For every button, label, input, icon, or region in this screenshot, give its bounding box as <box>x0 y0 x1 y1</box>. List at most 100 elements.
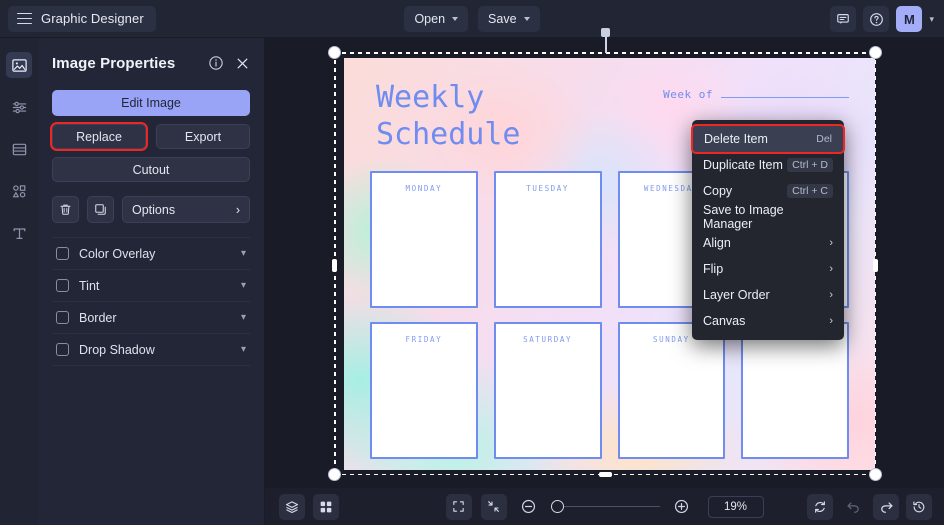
image-properties-panel: Image Properties Edit Image Replace Expo… <box>38 38 265 525</box>
redo-icon <box>880 502 893 513</box>
context-menu-item-duplicate-item[interactable]: Duplicate Item Ctrl + D <box>692 152 844 178</box>
effect-label: Border <box>79 310 117 325</box>
context-item-label: Copy <box>703 184 733 198</box>
effect-row-drop-shadow[interactable]: Drop Shadow ▾ <box>52 334 250 366</box>
chevron-right-icon: › <box>235 202 240 217</box>
shrink-arrows-icon <box>488 501 499 512</box>
chevron-right-icon: › <box>829 237 833 249</box>
page-title: Image Properties <box>52 54 176 72</box>
drop-shadow-checkbox[interactable] <box>56 343 69 356</box>
app-menu-button[interactable]: Graphic Designer <box>8 5 156 32</box>
panel-header-actions <box>208 55 250 71</box>
week-of-label: Week of <box>663 88 713 101</box>
border-checkbox[interactable] <box>56 311 69 324</box>
top-right-actions: M ▾ <box>830 0 936 38</box>
effect-label: Color Overlay <box>79 246 156 261</box>
context-menu-item-flip[interactable]: Flip › <box>692 256 844 282</box>
sidebar-item-text[interactable] <box>6 220 32 246</box>
chevron-down-icon[interactable]: ▾ <box>241 344 246 355</box>
day-card[interactable]: SATURDAY <box>493 322 602 459</box>
reset-button[interactable] <box>807 493 833 520</box>
chevron-down-icon <box>452 17 459 21</box>
replace-button[interactable]: Replace <box>50 122 148 151</box>
trash-icon <box>60 204 71 215</box>
day-card[interactable] <box>741 322 849 459</box>
zoom-in-button[interactable] <box>669 494 695 520</box>
day-card[interactable]: TUESDAY <box>493 171 602 308</box>
week-of-field: Week of <box>663 88 849 101</box>
context-item-label: Align <box>703 236 731 250</box>
shrink-to-fit-button[interactable] <box>480 493 507 520</box>
context-item-label: Flip <box>703 262 724 276</box>
hamburger-icon <box>17 12 32 25</box>
week-of-blank-line <box>721 97 849 98</box>
app-window: Graphic Designer Open Save M ▾ Image Pro… <box>0 0 944 525</box>
sidebar-item-shapes[interactable] <box>6 178 32 204</box>
item-tools-row: Options › <box>52 196 250 223</box>
context-menu-item-canvas[interactable]: Canvas › <box>692 308 844 334</box>
zoom-slider-knob[interactable] <box>550 500 564 513</box>
info-circle-icon[interactable] <box>208 55 224 71</box>
top-bar: Graphic Designer Open Save M ▾ <box>0 0 944 38</box>
day-card[interactable]: SUNDAY <box>617 322 726 459</box>
context-item-shortcut: Ctrl + C <box>787 184 833 198</box>
sidebar-item-adjustments[interactable] <box>6 94 32 120</box>
context-menu-item-delete-item[interactable]: Delete Item Del <box>691 124 845 154</box>
history-button[interactable] <box>906 493 932 520</box>
zoom-out-button[interactable] <box>516 494 542 520</box>
context-menu-item-align[interactable]: Align › <box>692 230 844 256</box>
panel-header: Image Properties <box>52 50 250 76</box>
context-menu-item-save-to-image-manager[interactable]: Save to Image Manager <box>692 203 844 231</box>
rotate-handle[interactable] <box>601 28 610 37</box>
undo-icon <box>846 502 859 513</box>
zoom-slider[interactable] <box>550 500 660 513</box>
day-label: TUESDAY <box>526 184 570 193</box>
help-button[interactable] <box>863 6 890 32</box>
edit-image-button[interactable]: Edit Image <box>52 90 250 116</box>
shapes-icon <box>12 184 25 197</box>
close-x-icon[interactable] <box>235 56 250 71</box>
day-card[interactable]: FRIDAY <box>370 322 478 459</box>
save-button[interactable]: Save <box>478 6 540 32</box>
zoom-slider-track[interactable] <box>563 505 660 508</box>
open-button[interactable]: Open <box>404 6 469 32</box>
avatar[interactable]: M <box>896 6 923 32</box>
delete-item-button[interactable] <box>52 196 79 223</box>
effects-list: Color Overlay ▾ Tint ▾ Border ▾ Drop Sha… <box>52 237 250 366</box>
effect-row-color-overlay[interactable]: Color Overlay ▾ <box>52 238 250 270</box>
effect-row-tint[interactable]: Tint ▾ <box>52 270 250 302</box>
fit-to-screen-button[interactable] <box>445 493 472 520</box>
chevron-down-icon[interactable]: ▾ <box>241 312 246 323</box>
refresh-icon <box>815 500 825 513</box>
redo-button[interactable] <box>873 493 899 520</box>
plus-circle-icon <box>674 499 689 514</box>
sidebar-item-background[interactable] <box>6 136 32 162</box>
chevron-down-icon[interactable]: ▾ <box>241 248 246 259</box>
comment-icon <box>837 14 850 24</box>
artwork-title-line2: Schedule <box>376 116 521 152</box>
comment-button[interactable] <box>830 6 857 32</box>
context-menu-item-layer-order[interactable]: Layer Order › <box>692 282 844 308</box>
cutout-button[interactable]: Cutout <box>52 157 250 182</box>
day-card[interactable]: MONDAY <box>370 171 478 308</box>
tint-checkbox[interactable] <box>56 279 69 292</box>
sidebar-item-image[interactable] <box>6 52 32 78</box>
undo-button[interactable] <box>840 494 866 520</box>
export-label: Export <box>184 129 222 144</box>
replace-label: Replace <box>76 129 122 144</box>
export-button[interactable]: Export <box>156 124 250 149</box>
account-chevron-down-icon[interactable]: ▾ <box>929 14 936 25</box>
chevron-down-icon[interactable]: ▾ <box>241 280 246 291</box>
effect-row-border[interactable]: Border ▾ <box>52 302 250 334</box>
duplicate-icon <box>95 204 106 215</box>
options-button[interactable]: Options › <box>122 196 250 223</box>
history-controls <box>807 493 932 520</box>
context-menu-item-copy[interactable]: Copy Ctrl + C <box>692 178 844 204</box>
duplicate-item-button[interactable] <box>87 196 114 223</box>
context-item-label: Layer Order <box>703 288 770 302</box>
chevron-down-icon <box>523 17 530 21</box>
context-item-label: Canvas <box>703 314 746 328</box>
zoom-level-field[interactable]: 19% <box>707 495 764 518</box>
context-item-shortcut: Ctrl + D <box>787 158 833 172</box>
color-overlay-checkbox[interactable] <box>56 247 69 260</box>
